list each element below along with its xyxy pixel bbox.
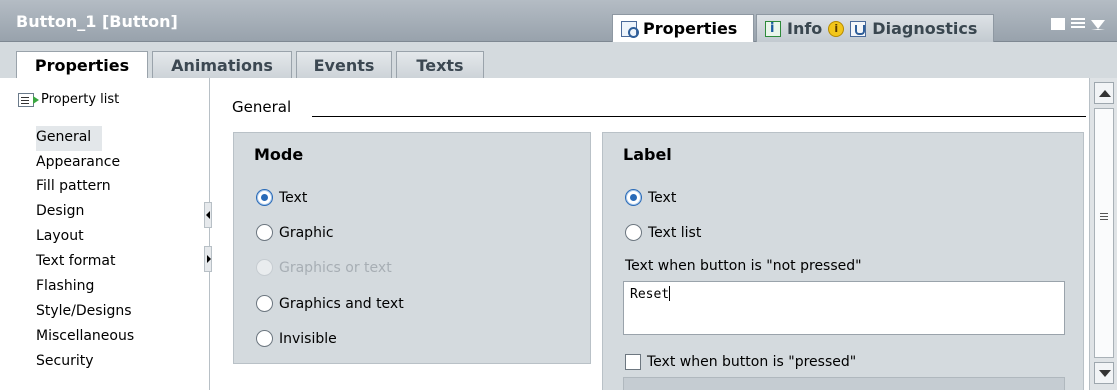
label-option-text[interactable]: Text [625,189,676,206]
tab-properties-top-label: Properties [643,19,738,38]
tab-diagnostics-label[interactable]: Diagnostics [872,19,977,38]
collapse-down-icon[interactable] [1091,20,1105,30]
property-list-label: Property list [41,92,120,107]
tab-properties[interactable]: Properties [16,51,148,79]
tab-properties-top[interactable]: Properties [612,14,754,42]
mode-option-invisible[interactable]: Invisible [256,330,337,347]
radio-label: Graphics or text [279,259,392,276]
nav-item-design[interactable]: Design [36,200,196,225]
radio-label: Text [648,189,677,206]
nav-item-style-designs[interactable]: Style/Designs [36,300,196,325]
section-divider [312,116,1086,117]
menu-lines-icon[interactable] [1071,18,1085,30]
window-controls [1051,18,1105,30]
tab-info-label: Info [787,19,823,38]
title-bar: Button_1 [Button] Properties Info i Diag… [0,0,1117,42]
property-nav: Property list General Appearance Fill pa… [0,78,212,390]
radio-button[interactable] [256,330,273,347]
radio-label: Invisible [279,330,337,347]
nav-item-flashing[interactable]: Flashing [36,275,196,300]
nav-item-appearance[interactable]: Appearance [36,151,196,176]
scroll-thumb[interactable] [1094,108,1114,358]
radio-button[interactable] [625,189,642,206]
label-title: Label [623,145,672,164]
text-caret [669,286,671,301]
collapse-left-arrow-icon[interactable] [204,202,212,228]
mode-option-graphic[interactable]: Graphic [256,224,334,241]
pressed-option[interactable]: Text when button is "pressed" [625,354,856,370]
info-icon [765,20,781,37]
property-list-icon [18,92,39,107]
label-group: Label Text Text list Text when button is… [602,132,1084,390]
radio-label: Graphics and text [279,295,404,312]
info-badge-icon: i [828,20,845,37]
property-list-header[interactable]: Property list [18,92,119,107]
section-title: General [232,98,292,116]
scroll-down-icon[interactable] [1094,362,1114,384]
vertical-scrollbar[interactable] [1089,78,1117,390]
radio-label: Graphic [279,224,334,241]
nav-item-fill-pattern[interactable]: Fill pattern [36,175,196,200]
radio-button[interactable] [256,295,273,312]
properties-icon [621,20,639,38]
radio-button[interactable] [625,224,642,241]
pressed-checkbox-label: Text when button is "pressed" [647,354,857,370]
not-pressed-text-field[interactable]: Reset [623,281,1065,335]
expand-right-arrow-icon[interactable] [204,246,212,272]
not-pressed-text-value: Reset [630,287,670,302]
nav-item-layout[interactable]: Layout [36,225,196,250]
nav-item-text-format[interactable]: Text format [36,250,196,275]
tab-texts[interactable]: Texts [396,51,484,78]
radio-label: Text [279,189,308,206]
tab-events[interactable]: Events [296,51,392,78]
mode-option-graphics-or-text: Graphics or text [256,259,392,276]
general-section: General Mode Text Graphic Graphics or te… [212,78,1089,390]
pressed-checkbox[interactable] [625,354,641,370]
radio-label: Text list [648,224,702,241]
mode-option-graphics-and-text[interactable]: Graphics and text [256,295,404,312]
pressed-text-field [623,377,1065,390]
radio-button [256,259,273,276]
subtab-row: Properties Animations Events Texts [0,42,1117,79]
grip-icon [1100,213,1108,214]
tab-animations[interactable]: Animations [152,51,292,78]
mode-title: Mode [254,145,304,164]
radio-button[interactable] [256,189,273,206]
tab-info[interactable]: Info i Diagnostics [756,14,994,42]
radio-button[interactable] [256,224,273,241]
diagnostics-icon [850,20,867,37]
not-pressed-label: Text when button is "not pressed" [625,258,862,274]
nav-item-general[interactable]: General [36,126,102,151]
mode-option-text[interactable]: Text [256,189,307,206]
scroll-up-icon[interactable] [1094,82,1114,104]
nav-item-security[interactable]: Security [36,350,196,375]
label-option-text-list[interactable]: Text list [625,224,701,241]
window-title: Button_1 [Button] [16,12,178,31]
mode-group: Mode Text Graphic Graphics or text Graph… [233,132,591,364]
float-window-icon[interactable] [1051,18,1065,30]
nav-item-miscellaneous[interactable]: Miscellaneous [36,325,196,350]
